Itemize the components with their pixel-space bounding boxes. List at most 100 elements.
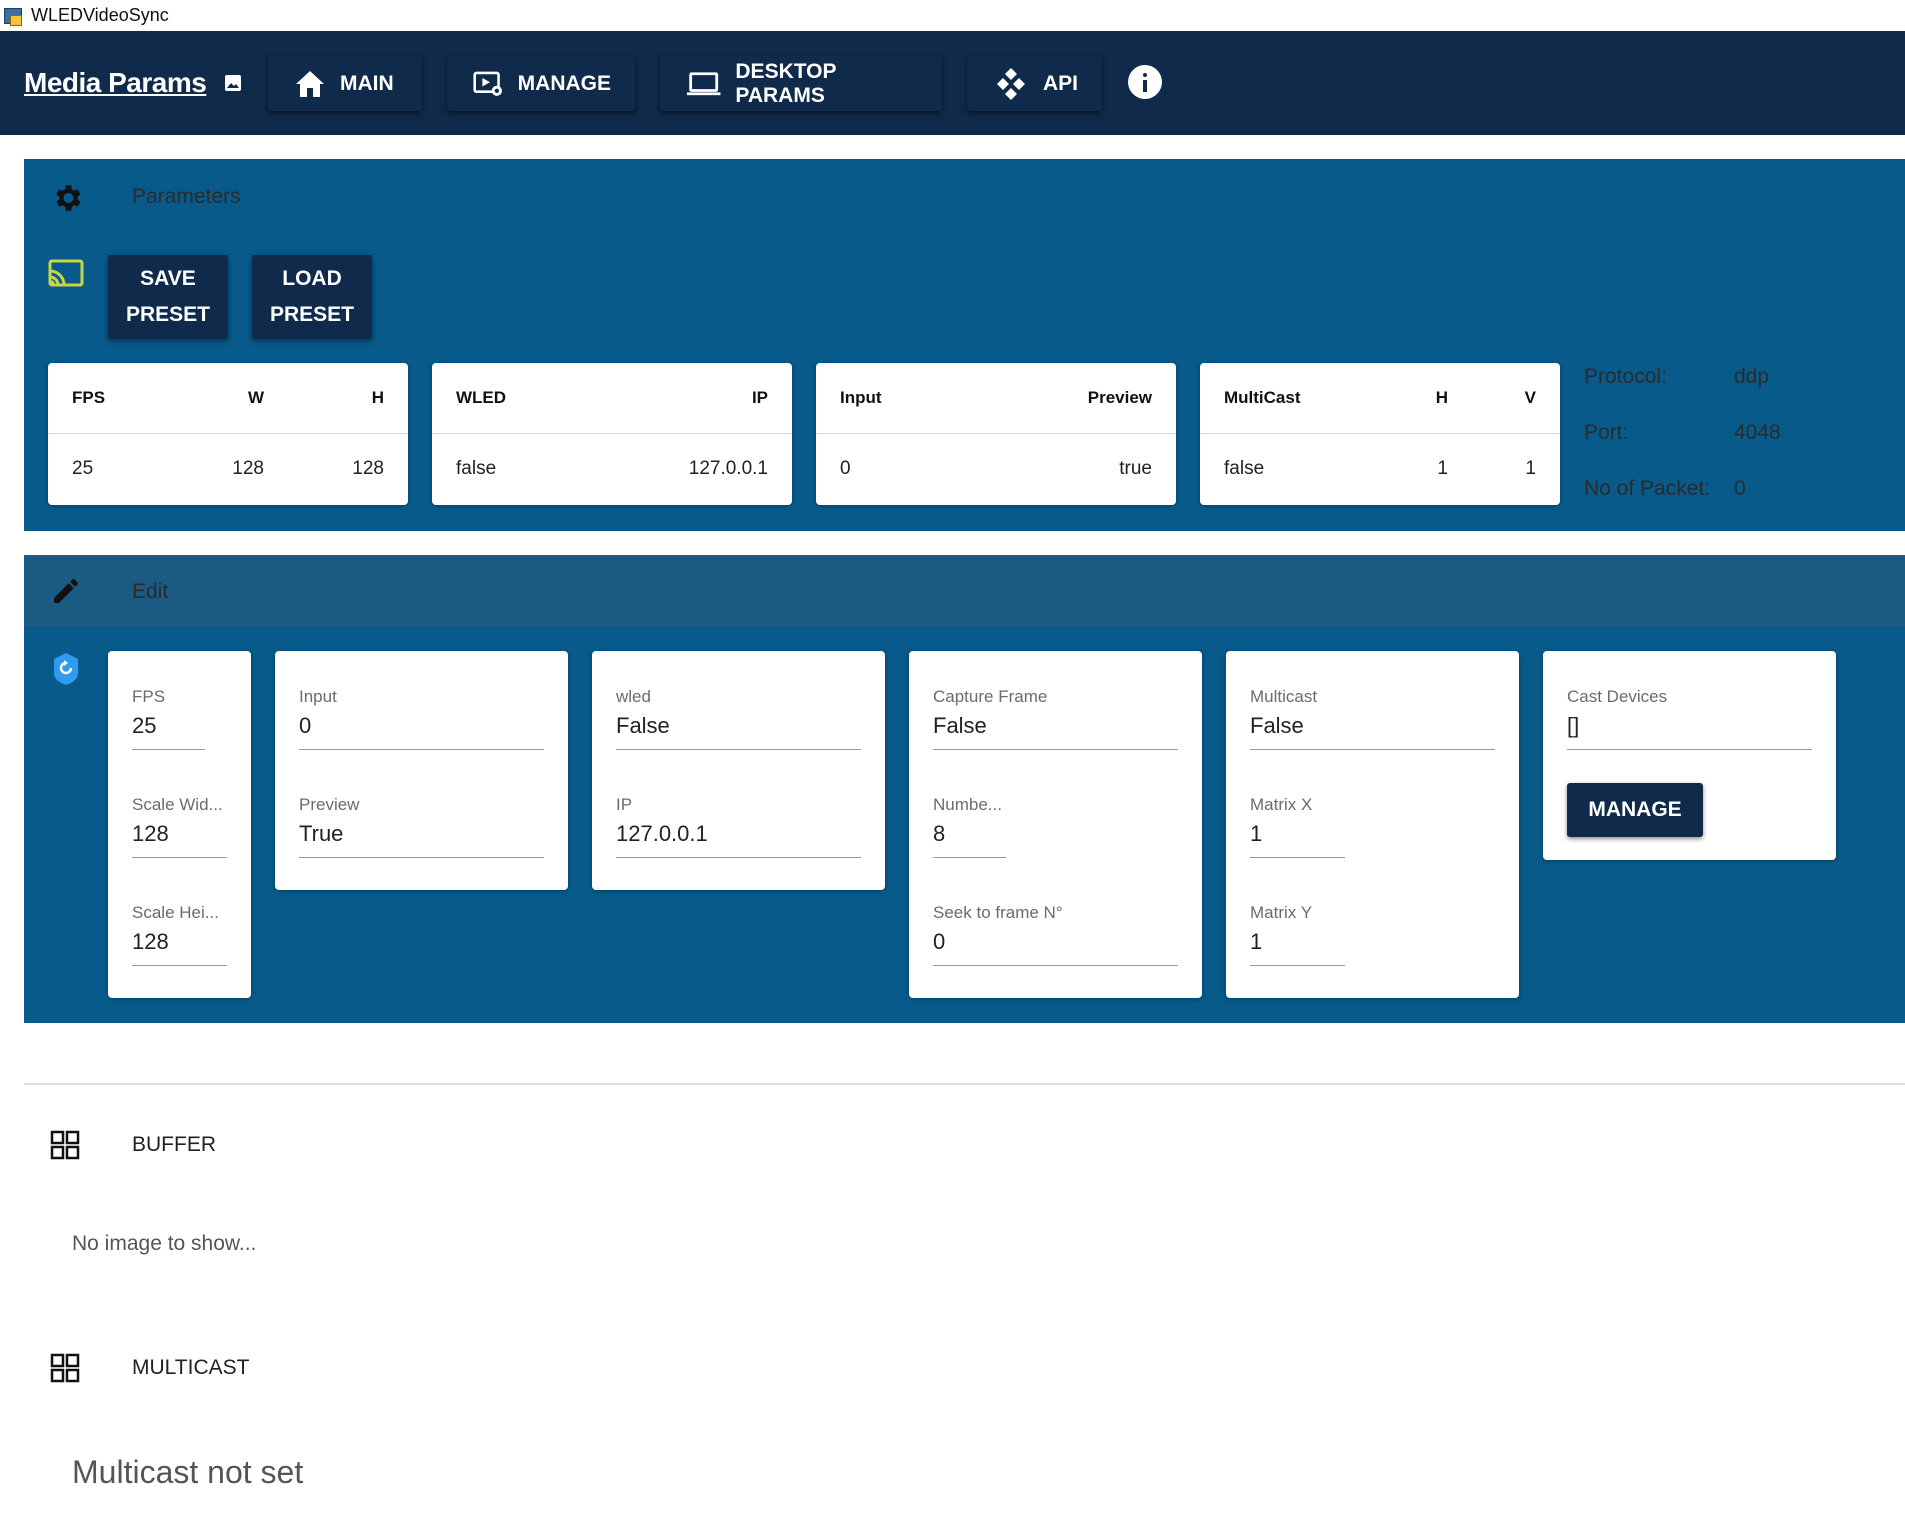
table-cell: 128 [352, 458, 384, 479]
multicast-label: Multicast [1250, 687, 1318, 706]
preview-field[interactable]: Preview True [299, 795, 544, 858]
matrix-y-value[interactable]: 1 [1250, 929, 1345, 966]
scale-height-value[interactable]: 128 [132, 929, 227, 966]
protocol-value: ddp [1734, 365, 1770, 388]
matrix-x-label: Matrix X [1250, 795, 1313, 814]
matrix-x-field[interactable]: Matrix X 1 [1250, 795, 1345, 858]
wled-ip-table: WLED IP false 127.0.0.1 [432, 363, 792, 505]
packets-value: 0 [1734, 477, 1746, 500]
nav-manage-label: MANAGE [517, 71, 611, 95]
home-icon [296, 70, 324, 97]
table-header: H [1435, 388, 1448, 407]
wled-label: wled [616, 687, 651, 706]
nav-main-label: MAIN [340, 71, 394, 95]
number-field[interactable]: Numbe... 8 [933, 795, 1006, 858]
multicast-field[interactable]: Multicast False [1250, 687, 1495, 750]
table-header: Preview [1087, 388, 1152, 407]
seek-frame-label: Seek to frame N° [933, 903, 1063, 922]
table-header: Input [840, 388, 882, 407]
nav-main-button[interactable]: MAIN [268, 56, 422, 111]
nav-api-button[interactable]: API [967, 56, 1102, 111]
scale-height-label: Scale Hei... [132, 903, 219, 922]
window-titlebar: WLEDVideoSync [0, 0, 1905, 31]
fps-size-table: FPS W H 25 128 128 [48, 363, 408, 505]
scale-height-field[interactable]: Scale Hei... 128 [132, 903, 227, 966]
table-cell: false [456, 458, 497, 479]
nav-desktop-params-button[interactable]: DESKTOP PARAMS [660, 56, 942, 111]
ip-field[interactable]: IP 127.0.0.1 [616, 795, 861, 858]
multicast-section-title: MULTICAST [132, 1356, 250, 1379]
multicast-value[interactable]: False [1250, 713, 1495, 750]
input-field[interactable]: Input 0 [299, 687, 544, 750]
top-navbar: Media Params MAIN MANAGE DESKTOP PARAMS … [0, 31, 1905, 135]
table-cell: 128 [232, 458, 264, 479]
grid-view-icon [50, 1353, 80, 1383]
ip-label: IP [616, 795, 633, 814]
matrix-y-label: Matrix Y [1250, 903, 1313, 922]
image-icon[interactable] [224, 74, 242, 92]
nav-manage-button[interactable]: MANAGE [447, 56, 635, 111]
port-label: Port: [1584, 421, 1629, 444]
cast-icon[interactable] [48, 259, 84, 289]
video-settings-icon [473, 71, 502, 96]
nav-api-label: API [1042, 71, 1078, 95]
input-value[interactable]: 0 [299, 713, 544, 750]
table-cell: 1 [1437, 458, 1448, 479]
reset-icon[interactable] [52, 653, 80, 685]
matrix-y-field[interactable]: Matrix Y 1 [1250, 903, 1345, 966]
table-header: WLED [456, 388, 507, 407]
edit-panel: Edit FPS 25 Scale Wid... 128 Scale Hei..… [24, 555, 1905, 1023]
table-header: H [371, 388, 384, 407]
grid-view-icon [50, 1130, 80, 1160]
cast-devices-field[interactable]: Cast Devices [] [1567, 687, 1812, 750]
preview-value[interactable]: True [299, 821, 544, 858]
preview-label: Preview [299, 795, 360, 814]
table-header: IP [751, 388, 768, 407]
multicast-empty-text: Multicast not set [72, 1454, 304, 1490]
ip-value[interactable]: 127.0.0.1 [616, 821, 861, 858]
nav-desktop-params-label: DESKTOP PARAMS [735, 59, 837, 107]
input-label: Input [299, 687, 337, 706]
matrix-x-value[interactable]: 1 [1250, 821, 1345, 858]
cast-devices-value[interactable]: [] [1567, 713, 1812, 750]
load-preset-button[interactable]: LOAD PRESET [252, 255, 372, 339]
table-header: MultiCast [1224, 388, 1301, 407]
pencil-icon [54, 578, 78, 603]
edit-card-capture: Capture Frame False Numbe... 8 Seek to f… [909, 651, 1202, 998]
gear-icon [56, 185, 81, 211]
edit-card-cast-devices: Cast Devices [] MANAGE [1543, 651, 1836, 860]
save-preset-button[interactable]: SAVE PRESET [108, 255, 228, 339]
info-icon[interactable] [1128, 65, 1162, 99]
capture-frame-value[interactable]: False [933, 713, 1178, 750]
number-label: Numbe... [933, 795, 1002, 814]
capture-frame-field[interactable]: Capture Frame False [933, 687, 1178, 750]
section-divider [24, 1083, 1905, 1085]
table-cell: 0 [840, 458, 851, 479]
capture-frame-label: Capture Frame [933, 687, 1048, 706]
seek-frame-value[interactable]: 0 [933, 929, 1178, 966]
parameters-title: Parameters [132, 185, 241, 208]
scale-width-field[interactable]: Scale Wid... 128 [132, 795, 227, 858]
buffer-empty-text: No image to show... [72, 1232, 257, 1255]
edit-title: Edit [132, 580, 169, 603]
app-icon [3, 6, 23, 26]
seek-frame-field[interactable]: Seek to frame N° 0 [933, 903, 1178, 966]
scale-width-value[interactable]: 128 [132, 821, 227, 858]
table-cell: 1 [1525, 458, 1536, 479]
brand-link[interactable]: Media Params [24, 67, 207, 99]
wled-value[interactable]: False [616, 713, 861, 750]
fps-value[interactable]: 25 [132, 713, 205, 750]
protocol-label: Protocol: [1584, 365, 1667, 388]
wled-field[interactable]: wled False [616, 687, 861, 750]
manage-cast-devices-button[interactable]: MANAGE [1567, 783, 1703, 837]
parameters-panel: Parameters SAVE PRESET LOAD PRESET FPS W… [24, 159, 1905, 531]
multicast-table: MultiCast H V false 1 1 [1200, 363, 1560, 505]
fps-field[interactable]: FPS 25 [132, 687, 205, 750]
port-value: 4048 [1734, 421, 1781, 444]
number-value[interactable]: 8 [933, 821, 1006, 858]
laptop-icon [686, 71, 721, 95]
edit-card-fps: FPS 25 Scale Wid... 128 Scale Hei... 128 [108, 651, 251, 998]
packets-label: No of Packet: [1584, 477, 1711, 500]
cast-devices-label: Cast Devices [1567, 687, 1668, 706]
table-header: FPS [72, 388, 106, 407]
